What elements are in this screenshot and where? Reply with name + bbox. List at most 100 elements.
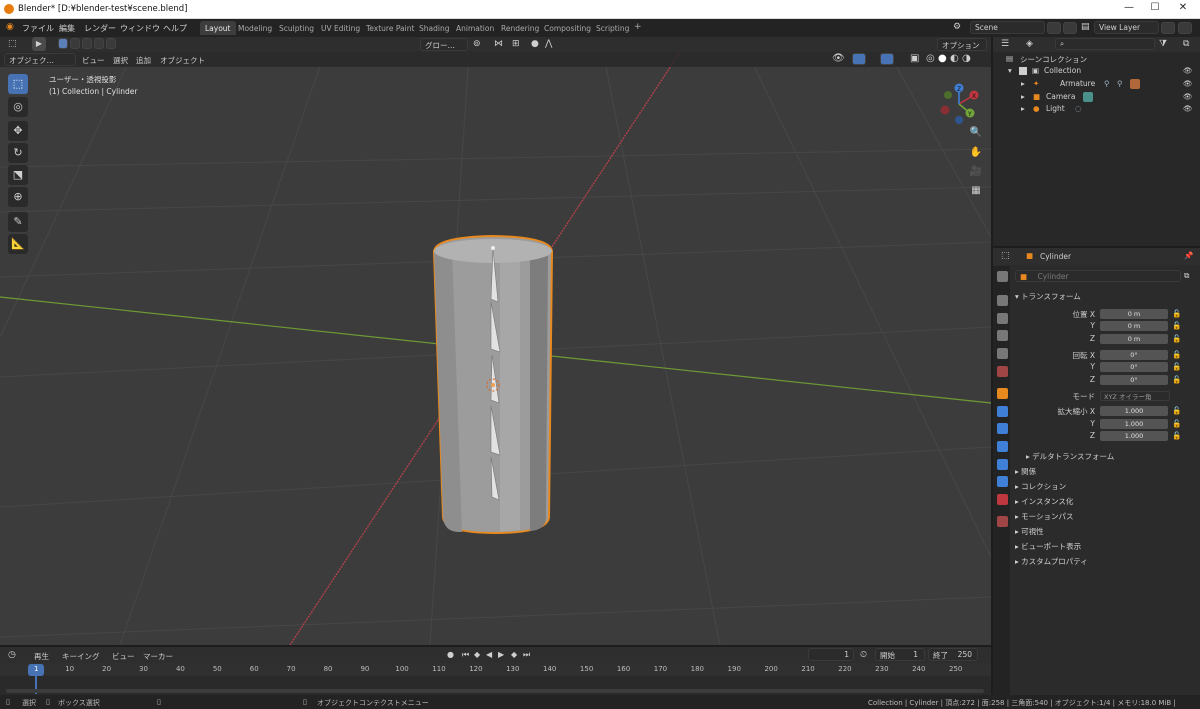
rotation-x-field[interactable]: 0° [1100,350,1168,360]
lock-scale-x-icon[interactable]: 🔓 [1172,406,1181,415]
lock-scale-z-icon[interactable]: 🔓 [1172,431,1181,440]
select-mode-extend-icon[interactable] [70,38,80,49]
play-reverse-icon[interactable]: ◀ [486,650,492,659]
tab-particles-icon[interactable] [997,423,1008,434]
select-mode-button[interactable]: ▶ [32,37,46,51]
lock-rotation-y-icon[interactable]: 🔓 [1172,362,1181,371]
tab-scene-icon[interactable] [997,348,1008,359]
delete-view-layer-button[interactable] [1178,22,1192,34]
select-mode-intersect-icon[interactable] [106,38,116,49]
scene-selector[interactable]: Scene [970,21,1045,34]
jump-end-icon[interactable]: ⏭ [523,650,530,660]
editor-type-icon[interactable]: ⬚ [8,39,17,49]
menu-marker[interactable]: マーカー [143,651,173,662]
transform-section-header[interactable]: ▾ トランスフォーム [1015,291,1081,302]
lock-location-y-icon[interactable]: 🔓 [1172,321,1181,330]
menu-keying[interactable]: キーイング [62,651,100,662]
overlays-toggle-icon[interactable] [880,53,894,65]
proportional-editing-icon[interactable]: ● [531,39,539,49]
solid-shading-icon[interactable]: ● [938,53,947,64]
tab-uv-editing[interactable]: UV Editing [316,21,365,35]
outliner-editor-icon[interactable]: ☰ [1001,39,1009,49]
section-custom-properties[interactable]: ▸ カスタムプロパティ [1015,556,1088,567]
menu-playback[interactable]: 再生 [34,651,49,662]
new-scene-button[interactable] [1047,22,1061,34]
tool-transform[interactable]: ⊕ [8,187,28,207]
menu-add[interactable]: 追加 [136,55,151,66]
select-mode-invert-icon[interactable] [94,38,104,49]
menu-object[interactable]: オブジェクト [160,55,205,66]
zoom-icon[interactable]: 🔍 [967,124,985,142]
prev-keyframe-icon[interactable]: ◆ [474,650,480,659]
wireframe-shading-icon[interactable]: ◎ [926,53,935,64]
tab-modifiers-icon[interactable] [997,406,1008,417]
tab-render-icon[interactable] [997,295,1008,306]
rotation-z-field[interactable]: 0° [1100,375,1168,385]
lock-scale-y-icon[interactable]: 🔓 [1172,419,1181,428]
tab-layout[interactable]: Layout [200,21,236,35]
falloff-icon[interactable]: ⋀ [545,39,552,49]
timeline-scrollbar[interactable] [6,689,984,693]
pin-icon[interactable]: 📌 [1184,251,1193,260]
tool-scale[interactable]: ⬔ [8,165,28,185]
tab-sculpting[interactable]: Sculpting [274,21,319,35]
collection-checkbox[interactable] [1019,67,1027,75]
expand-arrow-icon[interactable]: ▸ [1021,92,1025,101]
outliner-row-collection[interactable]: ▾ ▣ Collection 👁 [993,66,1200,78]
new-view-layer-button[interactable] [1161,22,1175,34]
section-relations[interactable]: ▸ 関係 [1015,466,1036,477]
select-mode-subtract-icon[interactable] [82,38,92,49]
section-motion-paths[interactable]: ▸ モーションパス [1015,511,1074,522]
end-frame-field[interactable]: 終了 250 [928,648,978,661]
view-layer-selector[interactable]: View Layer [1094,21,1159,34]
lock-location-x-icon[interactable]: 🔓 [1172,309,1181,318]
tab-object-icon[interactable] [997,388,1008,399]
tab-modeling[interactable]: Modeling [233,21,277,35]
visibility-icon[interactable]: 👁 [832,53,845,64]
tab-shading[interactable]: Shading [414,21,454,35]
tool-annotate[interactable]: ✎ [8,212,28,232]
lock-rotation-z-icon[interactable]: 🔓 [1172,375,1181,384]
transform-orientation-dropdown[interactable]: グロー… [420,38,468,51]
pan-hand-icon[interactable]: ✋ [967,144,985,162]
location-x-field[interactable]: 0 m [1100,309,1168,319]
lock-rotation-x-icon[interactable]: 🔓 [1172,350,1181,359]
blender-menu-icon[interactable]: ◉ [6,22,14,32]
scale-x-field[interactable]: 1.000 [1100,406,1168,416]
outliner-search-input[interactable]: ⌕ [1055,38,1155,50]
tab-constraints-icon[interactable] [997,459,1008,470]
tool-measure[interactable]: 📐 [8,234,28,254]
visibility-eye-icon[interactable]: 👁 [1183,66,1193,75]
tab-scripting[interactable]: Scripting [591,21,634,35]
menu-timeline-view[interactable]: ビュー [112,651,135,662]
play-icon[interactable]: ▶ [498,650,504,659]
select-mode-new-icon[interactable] [58,38,68,49]
lock-location-z-icon[interactable]: 🔓 [1172,334,1181,343]
menu-edit[interactable]: 編集 [59,23,75,34]
menu-select[interactable]: 選択 [113,55,128,66]
interaction-mode-dropdown[interactable]: オブジェク… [4,53,76,66]
menu-view[interactable]: ビュー [82,55,105,66]
tab-material-icon[interactable] [997,494,1008,505]
rendered-shading-icon[interactable]: ◑ [962,53,971,64]
options-dropdown[interactable]: オプション [937,38,987,51]
tool-rotate[interactable]: ↻ [8,143,28,163]
visibility-eye-icon[interactable]: 👁 [1183,92,1193,101]
filter-icon[interactable]: ⧩ [1159,39,1167,49]
tool-cursor[interactable]: ◎ [8,97,28,117]
start-frame-field[interactable]: 開始 1 [875,648,925,661]
navigation-gizmo[interactable]: X Y Z [934,82,984,128]
pivot-point-icon[interactable]: ⊚ [473,39,481,49]
material-shading-icon[interactable]: ◐ [950,53,959,64]
tab-view-layer-icon[interactable] [997,330,1008,341]
menu-window[interactable]: ウィンドウ [120,23,160,34]
record-icon[interactable]: ● [447,650,454,659]
menu-file[interactable]: ファイル [22,23,54,34]
menu-help[interactable]: ヘルプ [163,23,187,34]
close-button[interactable]: ✕ [1170,2,1196,16]
3d-viewport[interactable] [0,37,991,645]
outliner-row-camera[interactable]: ▸ ■ Camera 👁 [993,92,1200,104]
rotation-mode-dropdown[interactable]: XYZ オイラー角 [1100,391,1170,401]
timeline-editor-icon[interactable]: ◷ [8,650,16,660]
display-mode-icon[interactable]: ◈ [1026,39,1033,49]
